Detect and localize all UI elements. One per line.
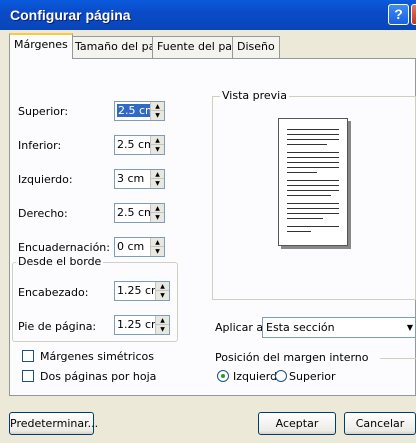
izquierdo-down-arrow-icon[interactable]: ▼ xyxy=(151,179,164,188)
dos-paginas-label: Dos páginas por hoja xyxy=(40,370,157,383)
preview-text-line xyxy=(287,139,339,140)
dialog-title: Configurar página xyxy=(10,7,131,23)
derecho-arrows: ▲ ▼ xyxy=(150,204,164,222)
encabezado-down-arrow-icon[interactable]: ▼ xyxy=(156,291,169,300)
preview-text-line xyxy=(287,195,331,196)
preview-text-line xyxy=(287,152,339,153)
tab-margenes[interactable]: Márgenes xyxy=(9,33,73,59)
title-bar[interactable]: Configurar página ? X xyxy=(0,0,416,30)
encabezado-up-arrow-icon[interactable]: ▲ xyxy=(156,282,169,291)
preview-group-title: Vista previa xyxy=(220,89,289,102)
encabezado-label: Encabezado: xyxy=(18,286,89,299)
gutter-group-divider xyxy=(380,358,416,359)
derecho-down-arrow-icon[interactable]: ▼ xyxy=(151,213,164,222)
cancel-button[interactable]: Cancelar xyxy=(344,412,416,435)
inferior-spinner[interactable]: 2.5 cm ▲ ▼ xyxy=(114,135,165,155)
superior-spinner[interactable]: 2.5 cm ▲ ▼ xyxy=(114,101,165,121)
from-edge-group-title: Desde el borde xyxy=(16,255,104,268)
inferior-arrows: ▲ ▼ xyxy=(150,136,164,154)
preview-text-line xyxy=(287,180,339,181)
derecho-label: Derecho: xyxy=(18,207,68,220)
dropdown-arrow-icon[interactable]: ▼ xyxy=(405,318,415,337)
izquierdo-label: Izquierdo: xyxy=(18,173,73,186)
encuadernacion-value[interactable]: 0 cm xyxy=(117,240,144,253)
pie-up-arrow-icon[interactable]: ▲ xyxy=(156,316,169,325)
preview-text-line xyxy=(287,213,339,214)
tab-diseno[interactable]: Diseño xyxy=(232,36,280,58)
gutter-group-title: Posición del margen interno xyxy=(215,351,369,364)
izquierdo-up-arrow-icon[interactable]: ▲ xyxy=(151,170,164,179)
preview-text-line xyxy=(287,185,339,186)
inferior-up-arrow-icon[interactable]: ▲ xyxy=(151,136,164,145)
preview-text-line xyxy=(287,134,339,135)
izquierdo-value[interactable]: 3 cm xyxy=(117,172,144,185)
tab-diseno-label: Diseño xyxy=(237,40,275,53)
preview-text-line xyxy=(287,190,339,191)
close-button[interactable]: X xyxy=(411,4,416,25)
superior-arrows: ▲ ▼ xyxy=(150,102,164,120)
preview-page xyxy=(278,118,348,246)
preview-text-line xyxy=(287,172,317,173)
preview-text-line xyxy=(287,129,339,130)
preview-text-line xyxy=(287,167,339,168)
encabezado-spinner[interactable]: 1.25 cm ▲ ▼ xyxy=(114,281,170,301)
izquierdo-arrows: ▲ ▼ xyxy=(150,170,164,188)
preview-text-line xyxy=(287,203,339,204)
derecho-spinner[interactable]: 2.5 cm ▲ ▼ xyxy=(114,203,165,223)
gutter-superior-label: Superior xyxy=(289,370,336,383)
margenes-simetricos-checkbox[interactable] xyxy=(22,350,34,362)
inferior-label: Inferior: xyxy=(18,139,62,152)
pie-arrows: ▲ ▼ xyxy=(155,316,169,334)
encuadernacion-arrows: ▲ ▼ xyxy=(150,238,164,256)
pie-down-arrow-icon[interactable]: ▼ xyxy=(156,325,169,334)
preview-text-line xyxy=(287,162,339,163)
preview-text-line xyxy=(287,226,339,227)
ok-button[interactable]: Aceptar xyxy=(258,412,336,435)
apply-label: Aplicar a: xyxy=(215,321,267,334)
preview-text-line xyxy=(287,208,339,209)
gutter-izquierda-radio[interactable] xyxy=(217,370,229,382)
apply-value: Esta sección xyxy=(266,321,335,334)
preview-text-line xyxy=(287,144,327,145)
izquierdo-spinner[interactable]: 3 cm ▲ ▼ xyxy=(114,169,165,189)
preview-text-line xyxy=(287,218,323,219)
encuadernacion-label: Encuadernación: xyxy=(18,241,110,254)
derecho-up-arrow-icon[interactable]: ▲ xyxy=(151,204,164,213)
encuadernacion-spinner[interactable]: 0 cm ▲ ▼ xyxy=(114,237,165,257)
gutter-superior-radio[interactable] xyxy=(275,370,287,382)
pie-spinner[interactable]: 1.25 cm ▲ ▼ xyxy=(114,315,170,335)
superior-up-arrow-icon[interactable]: ▲ xyxy=(151,102,164,111)
encabezado-arrows: ▲ ▼ xyxy=(155,282,169,300)
dos-paginas-checkbox[interactable] xyxy=(22,370,34,382)
superior-label: Superior: xyxy=(18,105,69,118)
inferior-down-arrow-icon[interactable]: ▼ xyxy=(151,145,164,154)
pie-label: Pie de página: xyxy=(18,320,97,333)
tab-margenes-label: Márgenes xyxy=(14,38,68,51)
encuadernacion-up-arrow-icon[interactable]: ▲ xyxy=(151,238,164,247)
preview-text-line xyxy=(287,231,311,232)
preview-text-line xyxy=(287,157,339,158)
apply-select[interactable]: Esta sección ▼ xyxy=(262,317,416,338)
page-setup-dialog: Configurar página ? X Márgenes Tamaño de… xyxy=(0,0,416,443)
margenes-simetricos-label: Márgenes simétricos xyxy=(40,350,154,363)
encuadernacion-down-arrow-icon[interactable]: ▼ xyxy=(151,247,164,256)
help-button[interactable]: ? xyxy=(388,4,409,25)
superior-down-arrow-icon[interactable]: ▼ xyxy=(151,111,164,120)
default-button[interactable]: Predeterminar... xyxy=(9,412,98,435)
